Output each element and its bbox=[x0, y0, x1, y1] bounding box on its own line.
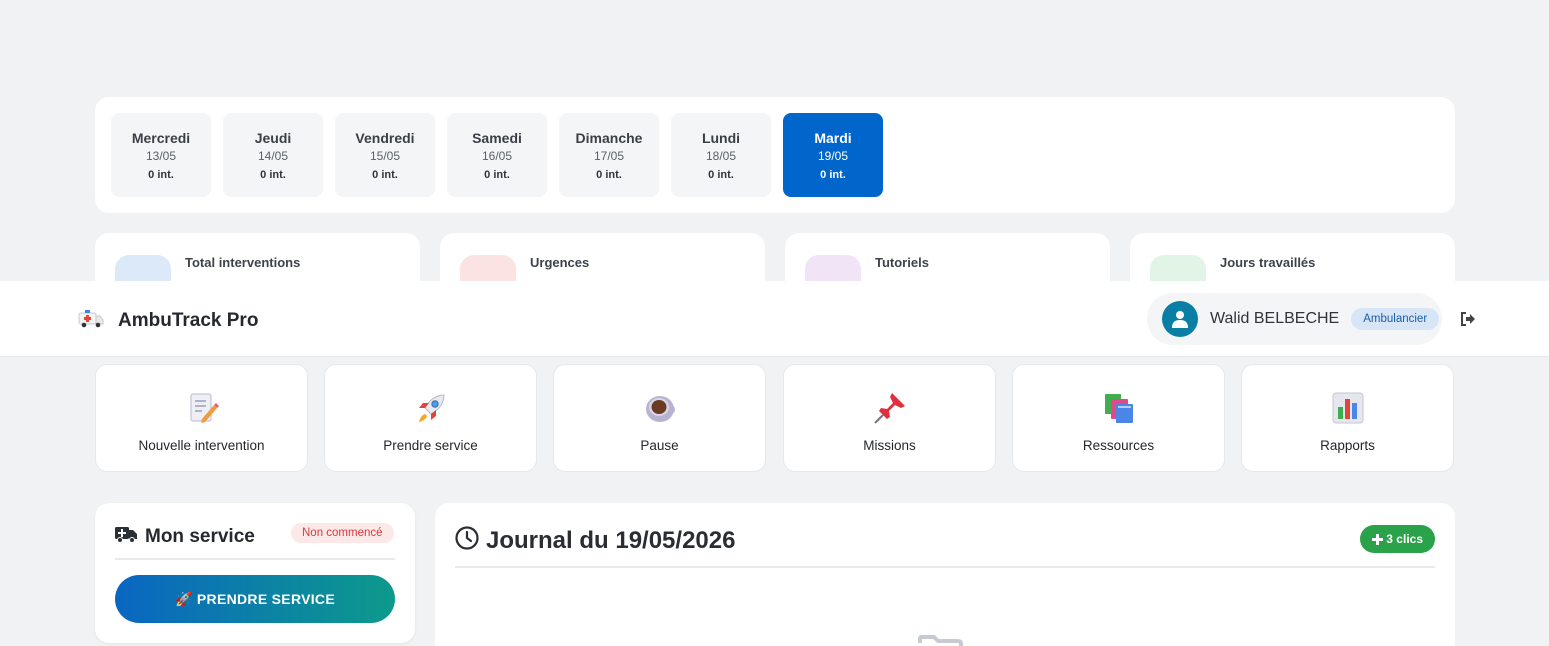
day-count: 0 int. bbox=[260, 169, 286, 181]
day-tab-mercredi[interactable]: Mercredi 13/05 0 int. bbox=[111, 113, 211, 197]
divider bbox=[115, 558, 395, 560]
day-name: Dimanche bbox=[575, 130, 643, 146]
clock-icon bbox=[455, 526, 479, 555]
clicks-badge: 3 clics bbox=[1360, 525, 1435, 553]
day-count: 0 int. bbox=[820, 169, 846, 181]
action-label: Ressources bbox=[1082, 438, 1155, 453]
action-rapports[interactable]: Rapports bbox=[1241, 364, 1454, 472]
pushpin-icon bbox=[873, 391, 907, 425]
day-date: 14/05 bbox=[257, 149, 289, 163]
day-name: Mercredi bbox=[131, 130, 191, 146]
service-header: Mon service bbox=[115, 525, 255, 548]
day-tab-jeudi[interactable]: Jeudi 14/05 0 int. bbox=[223, 113, 323, 197]
books-icon bbox=[1102, 391, 1136, 425]
action-label: Pause bbox=[640, 438, 679, 453]
user-menu[interactable]: Walid BELBECHE Ambulancier bbox=[1147, 293, 1442, 345]
avatar bbox=[1162, 301, 1198, 337]
plus-icon bbox=[1372, 533, 1384, 545]
memo-icon bbox=[185, 391, 219, 425]
prendre-service-button[interactable]: 🚀 PRENDRE SERVICE bbox=[115, 575, 395, 623]
app-header: AmbuTrack Pro Walid BELBECHE Ambulancier bbox=[0, 281, 1549, 357]
day-count: 0 int. bbox=[708, 169, 734, 181]
folder-icon bbox=[918, 635, 964, 646]
day-name: Jeudi bbox=[254, 130, 292, 146]
service-card: Mon service Non commencé 🚀 PRENDRE SERVI… bbox=[95, 503, 415, 643]
role-badge: Ambulancier bbox=[1351, 308, 1440, 330]
day-count: 0 int. bbox=[596, 169, 622, 181]
day-count: 0 int. bbox=[148, 169, 174, 181]
stat-label: Jours travaillés bbox=[1220, 255, 1316, 270]
ambulance-icon bbox=[115, 525, 137, 548]
day-date: 17/05 bbox=[593, 149, 625, 163]
day-date: 18/05 bbox=[705, 149, 737, 163]
action-prendre-service[interactable]: Prendre service bbox=[324, 364, 537, 472]
action-label: Nouvelle intervention bbox=[138, 438, 265, 453]
day-name: Vendredi bbox=[355, 130, 415, 146]
action-pause[interactable]: Pause bbox=[553, 364, 766, 472]
stat-label: Total interventions bbox=[185, 255, 301, 270]
action-label: Prendre service bbox=[383, 438, 478, 453]
day-date: 15/05 bbox=[369, 149, 401, 163]
stat-label: Urgences bbox=[530, 255, 590, 270]
day-tab-lundi[interactable]: Lundi 18/05 0 int. bbox=[671, 113, 771, 197]
day-date: 13/05 bbox=[145, 149, 177, 163]
divider bbox=[455, 566, 1435, 568]
action-label: Rapports bbox=[1320, 438, 1375, 453]
journal-title: Journal du 19/05/2026 bbox=[486, 526, 736, 554]
action-ressources[interactable]: Ressources bbox=[1012, 364, 1225, 472]
day-tab-dimanche[interactable]: Dimanche 17/05 0 int. bbox=[559, 113, 659, 197]
stat-label: Tutoriels bbox=[875, 255, 929, 270]
user-name: Walid BELBECHE bbox=[1210, 310, 1340, 327]
logout-icon[interactable] bbox=[1460, 312, 1476, 326]
action-nouvelle-intervention[interactable]: Nouvelle intervention bbox=[95, 364, 308, 472]
ambulance-logo-icon bbox=[78, 308, 104, 333]
day-selector: Mercredi 13/05 0 int. Jeudi 14/05 0 int.… bbox=[95, 97, 1455, 213]
day-tab-samedi[interactable]: Samedi 16/05 0 int. bbox=[447, 113, 547, 197]
bar-chart-icon bbox=[1331, 391, 1365, 425]
action-missions[interactable]: Missions bbox=[783, 364, 996, 472]
day-name: Lundi bbox=[701, 130, 741, 146]
brand[interactable]: AmbuTrack Pro bbox=[78, 308, 258, 333]
journal-card: Journal du 19/05/2026 3 clics bbox=[435, 503, 1455, 646]
day-date: 19/05 bbox=[817, 149, 849, 163]
day-tab-vendredi[interactable]: Vendredi 15/05 0 int. bbox=[335, 113, 435, 197]
day-name: Samedi bbox=[472, 130, 522, 146]
journal-header: Journal du 19/05/2026 bbox=[455, 526, 735, 555]
clicks-count: 3 clics bbox=[1386, 532, 1423, 546]
day-count: 0 int. bbox=[372, 169, 398, 181]
day-name: Mardi bbox=[814, 130, 852, 146]
status-badge: Non commencé bbox=[291, 523, 394, 543]
service-title: Mon service bbox=[145, 525, 255, 547]
rocket-icon bbox=[414, 391, 448, 425]
app-name: AmbuTrack Pro bbox=[118, 309, 259, 331]
day-count: 0 int. bbox=[484, 169, 510, 181]
coffee-icon bbox=[643, 391, 677, 425]
action-label: Missions bbox=[863, 438, 916, 453]
day-date: 16/05 bbox=[481, 149, 513, 163]
user-icon bbox=[1172, 311, 1188, 328]
day-tab-mardi[interactable]: Mardi 19/05 0 int. bbox=[783, 113, 883, 197]
